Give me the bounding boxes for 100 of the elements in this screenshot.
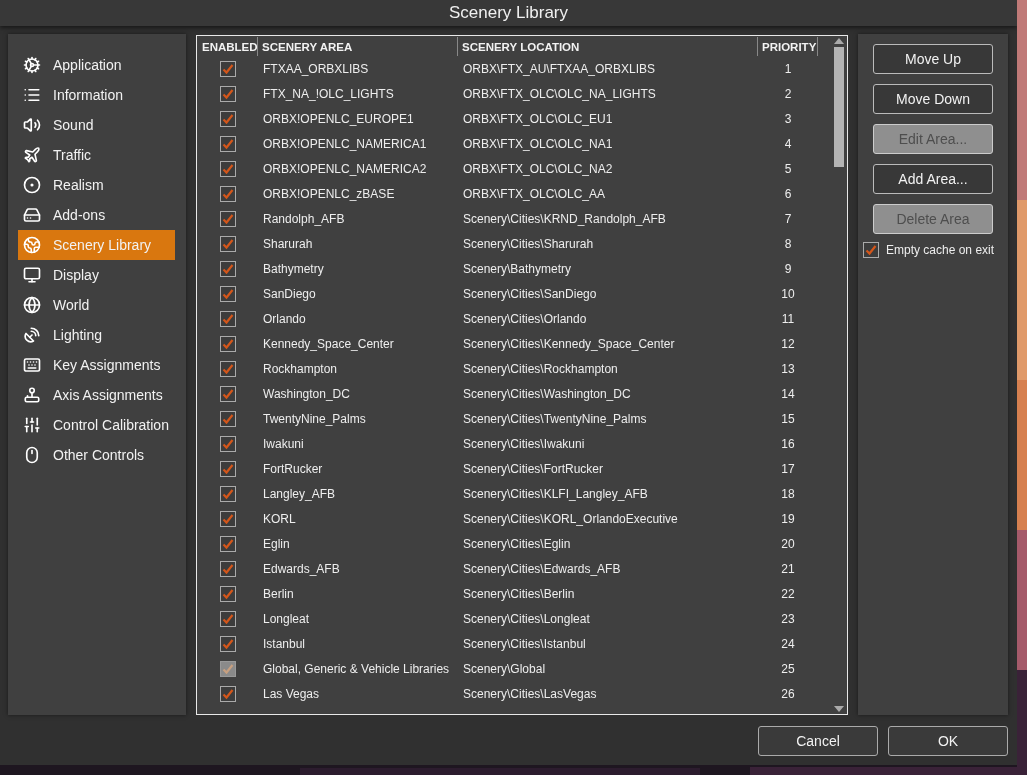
sidebar-item[interactable]: Axis Assignments	[18, 380, 175, 410]
monitor-icon	[23, 266, 41, 284]
sidebar-item[interactable]: Application	[18, 50, 175, 80]
enabled-checkbox[interactable]	[220, 510, 236, 527]
sidebar-item[interactable]: Add-ons	[18, 200, 175, 230]
scroll-up-icon[interactable]	[834, 38, 844, 44]
table-cell: 24	[781, 636, 795, 651]
joystick-icon	[23, 386, 41, 404]
table-cell: 2	[784, 86, 792, 101]
speaker-icon	[23, 116, 41, 134]
table-cell-text: ORBX!OPENLC_NAMERICA1	[262, 136, 427, 151]
enabled-checkbox[interactable]	[220, 185, 236, 202]
dish-icon	[23, 326, 41, 344]
column-header[interactable]: SCENERY LOCATION	[458, 37, 758, 56]
column-header[interactable]: SCENERY AREA	[258, 37, 458, 56]
sidebar-item[interactable]: World	[18, 290, 175, 320]
enabled-checkbox[interactable]	[220, 460, 236, 477]
table-cell: 11	[781, 311, 795, 326]
table-cell-text: Rockhampton	[262, 361, 338, 376]
enabled-checkbox[interactable]	[220, 310, 236, 327]
table-cell: 3	[784, 111, 792, 126]
table-cell-text: Scenery\Cities\Sharurah	[462, 236, 594, 251]
enabled-checkbox[interactable]	[220, 260, 236, 277]
column-header[interactable]: PRIORITY	[758, 37, 818, 56]
table-cell-text: Kennedy_Space_Center	[262, 336, 394, 351]
table-cell: 14	[781, 386, 795, 401]
enabled-checkbox[interactable]	[220, 610, 236, 627]
table-cell-text: Scenery\Cities\Edwards_AFB	[462, 561, 621, 576]
table-cell-text: TwentyNine_Palms	[262, 411, 366, 426]
table-cell-text: Scenery\Cities\Istanbul	[462, 636, 586, 651]
sidebar-item[interactable]: Display	[18, 260, 175, 290]
sidebar-item[interactable]: Sound	[18, 110, 175, 140]
enabled-checkbox[interactable]	[220, 635, 236, 652]
sidebar-item[interactable]: Key Assignments	[18, 350, 175, 380]
scrollbar-thumb[interactable]	[834, 47, 844, 167]
table-cell-text: Scenery\Cities\Eglin	[462, 536, 571, 551]
enabled-checkbox[interactable]	[220, 235, 236, 252]
table-cell-text: ORBX\FTX_OLC\OLC_NA2	[462, 161, 613, 176]
scroll-down-icon[interactable]	[834, 706, 844, 712]
table-cell-text: Langley_AFB	[262, 486, 336, 501]
ok-button[interactable]: OK	[888, 726, 1008, 756]
table-cell-text: Longleat	[262, 611, 310, 626]
table-cell-text: Bathymetry	[262, 261, 324, 276]
action-button[interactable]: Move Up	[873, 44, 993, 74]
table-cell-text: Scenery\Cities\Washington_DC	[462, 386, 631, 401]
enabled-checkbox[interactable]	[220, 560, 236, 577]
enabled-checkbox[interactable]	[220, 385, 236, 402]
table-cell-text: FortRucker	[262, 461, 323, 476]
sidebar-item[interactable]: Information	[18, 80, 175, 110]
table-cell-text: Orlando	[262, 311, 306, 326]
keyboard-icon	[23, 356, 41, 374]
enabled-checkbox[interactable]	[220, 85, 236, 102]
action-button[interactable]: Move Down	[873, 84, 993, 114]
table-cell-text: ORBX\FTX_OLC\OLC_NA_LIGHTS	[462, 86, 656, 101]
cancel-button[interactable]: Cancel	[758, 726, 878, 756]
table-cell-text: Eglin	[262, 536, 290, 551]
table-cell-text: ORBX\FTX_OLC\OLC_NA1	[462, 136, 613, 151]
table-cell: 8	[784, 236, 792, 251]
table-cell: 26	[781, 686, 795, 701]
table-cell-text: Edwards_AFB	[262, 561, 340, 576]
enabled-checkbox[interactable]	[220, 535, 236, 552]
enabled-checkbox[interactable]	[220, 435, 236, 452]
table-cell: 10	[781, 286, 795, 301]
table-cell-text: ORBX!OPENLC_EUROPE1	[262, 111, 414, 126]
table-cell: 16	[781, 436, 795, 451]
enabled-checkbox[interactable]	[220, 160, 236, 177]
list-icon	[23, 86, 41, 104]
table-cell: 15	[781, 411, 795, 426]
sidebar-item[interactable]: Control Calibration	[18, 410, 175, 440]
plane-icon	[23, 146, 41, 164]
enabled-checkbox[interactable]	[220, 410, 236, 427]
empty-cache-checkbox[interactable]	[863, 242, 879, 258]
enabled-checkbox[interactable]	[220, 60, 236, 77]
table-cell-text: Sharurah	[262, 236, 313, 251]
sidebar-item[interactable]: Traffic	[18, 140, 175, 170]
action-button[interactable]: Add Area...	[873, 164, 993, 194]
table-cell-text: ORBX\FTX_OLC\OLC_EU1	[462, 111, 613, 126]
table-cell-text: Scenery\Cities\KLFI_Langley_AFB	[462, 486, 648, 501]
column-header[interactable]: ENABLED	[198, 37, 258, 56]
enabled-checkbox[interactable]	[220, 585, 236, 602]
enabled-checkbox[interactable]	[220, 110, 236, 127]
globe-icon	[23, 236, 41, 254]
sidebar-item[interactable]: Realism	[18, 170, 175, 200]
sidebar-item[interactable]: Other Controls	[18, 440, 175, 470]
enabled-checkbox[interactable]	[220, 135, 236, 152]
table-cell-text: Scenery\Cities\Kennedy_Space_Center	[462, 336, 675, 351]
mouse-icon	[23, 446, 41, 464]
enabled-checkbox[interactable]	[220, 685, 236, 702]
table-cell: 13	[781, 361, 795, 376]
table-cell-text: Scenery\Bathymetry	[462, 261, 572, 276]
table-cell-text: Scenery\Cities\Iwakuni	[462, 436, 585, 451]
enabled-checkbox[interactable]	[220, 285, 236, 302]
table-cell: 18	[781, 486, 795, 501]
enabled-checkbox[interactable]	[220, 210, 236, 227]
table-cell: 17	[781, 461, 795, 476]
sidebar-item[interactable]: Lighting	[18, 320, 175, 350]
enabled-checkbox[interactable]	[220, 335, 236, 352]
enabled-checkbox[interactable]	[220, 485, 236, 502]
table-cell-text: Scenery\Global	[462, 661, 546, 676]
enabled-checkbox[interactable]	[220, 360, 236, 377]
